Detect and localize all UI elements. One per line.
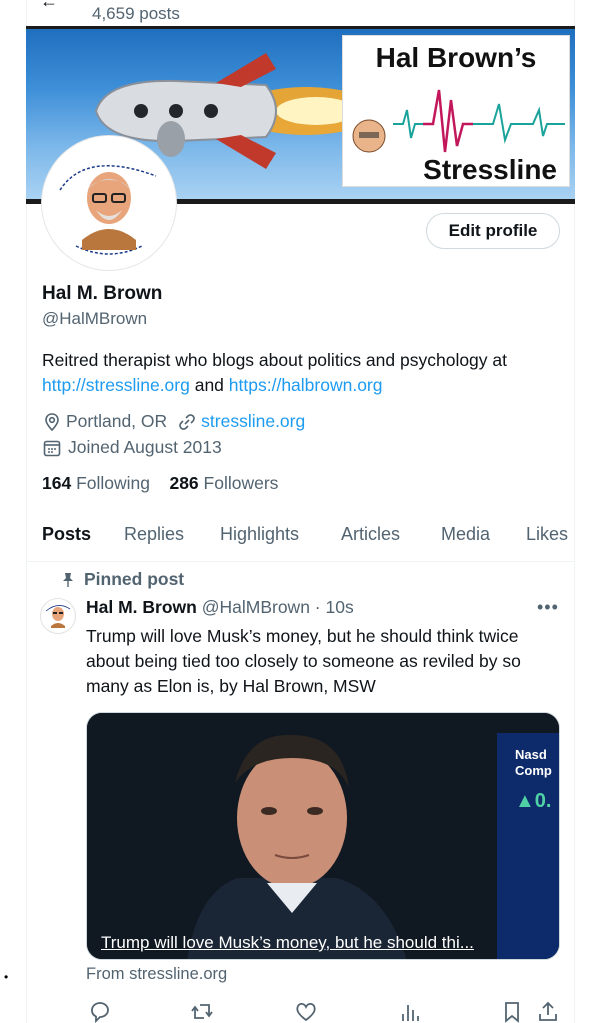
svg-text:Comp: Comp	[515, 763, 552, 778]
following-link[interactable]: 164 Following	[42, 473, 150, 493]
profile-handle: @HalMBrown	[42, 309, 148, 328]
post-count: 4,659 posts	[92, 4, 180, 23]
bio-text: Reitred therapist who blogs about politi…	[42, 350, 507, 370]
card-image: Nasd Comp ▲0.	[87, 713, 559, 959]
tweet-author-name[interactable]: Hal M. Brown	[86, 597, 197, 617]
back-arrow-icon[interactable]: ←	[40, 0, 58, 10]
tweet-avatar-portrait	[45, 605, 71, 628]
pinned-post-label: Pinned post	[62, 569, 184, 590]
bookmark-icon[interactable]	[500, 1000, 524, 1023]
follow-counts: 164 Following 286 Followers	[42, 473, 278, 494]
profile-meta-joined-row: Joined August 2013	[42, 437, 222, 458]
bio-text-middle: and	[189, 375, 229, 395]
profile-location: Portland, OR	[66, 411, 168, 431]
profile-joined: Joined August 2013	[68, 437, 222, 457]
svg-text:Nasd: Nasd	[515, 747, 547, 762]
tab-replies[interactable]: Replies	[124, 524, 184, 545]
bio-link-halbrown[interactable]: https://halbrown.org	[229, 375, 383, 395]
avatar[interactable]	[42, 136, 176, 270]
profile-tabs: Posts Replies Highlights Articles Media …	[27, 510, 575, 562]
share-icon[interactable]	[536, 1000, 560, 1023]
avatar-portrait	[46, 140, 172, 266]
bio-link-stressline[interactable]: http://stressline.org	[42, 375, 190, 395]
banner-subtitle: Stressline	[423, 154, 557, 185]
calendar-icon	[43, 440, 61, 456]
tweet-actions	[86, 1000, 560, 1023]
link-icon	[179, 413, 195, 430]
tweet-header: Hal M. Brown @HalMBrown · 10s	[86, 597, 354, 618]
profile-meta-location-row: Portland, OR stressline.org	[42, 411, 305, 432]
like-icon[interactable]	[294, 1000, 318, 1023]
svg-text:▲0.: ▲0.	[515, 790, 551, 812]
link-card-source[interactable]: From stressline.org	[86, 965, 227, 984]
following-label: Following	[76, 473, 151, 493]
reply-icon[interactable]	[88, 1000, 112, 1023]
followers-label: Followers	[203, 473, 279, 493]
followers-count: 286	[169, 473, 199, 493]
tab-likes[interactable]: Likes	[526, 524, 568, 545]
views-icon[interactable]	[398, 1000, 422, 1023]
pin-icon	[63, 572, 73, 587]
tab-highlights[interactable]: Highlights	[220, 524, 299, 545]
tab-posts[interactable]: Posts	[42, 524, 91, 545]
profile-bio: Reitred therapist who blogs about politi…	[42, 348, 567, 398]
followers-link[interactable]: 286 Followers	[169, 473, 278, 493]
following-count: 164	[42, 473, 72, 493]
tab-media[interactable]: Media	[441, 524, 490, 545]
edit-profile-button[interactable]: Edit profile	[426, 213, 560, 249]
tweet-text: Trump will love Musk’s money, but he sho…	[86, 626, 521, 696]
tweet-avatar[interactable]	[40, 598, 76, 634]
link-card[interactable]: Nasd Comp ▲0. Trump will love Musk’s mon…	[86, 712, 560, 960]
stressline-logo-card: Hal Brown’s Stressline	[342, 35, 570, 187]
more-options-icon[interactable]: •••	[537, 597, 559, 618]
profile-website-link[interactable]: stressline.org	[201, 411, 305, 432]
pinned-post-text: Pinned post	[84, 569, 185, 589]
bullet-dot: •	[4, 970, 9, 984]
repost-icon[interactable]	[190, 1000, 214, 1023]
heartbeat-line	[352, 89, 565, 153]
tab-articles[interactable]: Articles	[341, 524, 400, 545]
location-pin-icon	[45, 412, 59, 431]
link-card-caption: Trump will love Musk’s money, but he sho…	[101, 933, 474, 952]
profile-name: Hal M. Brown	[42, 283, 163, 304]
tweet-handle-time[interactable]: @HalMBrown · 10s	[202, 597, 354, 617]
banner-title: Hal Brown’s	[375, 42, 537, 73]
